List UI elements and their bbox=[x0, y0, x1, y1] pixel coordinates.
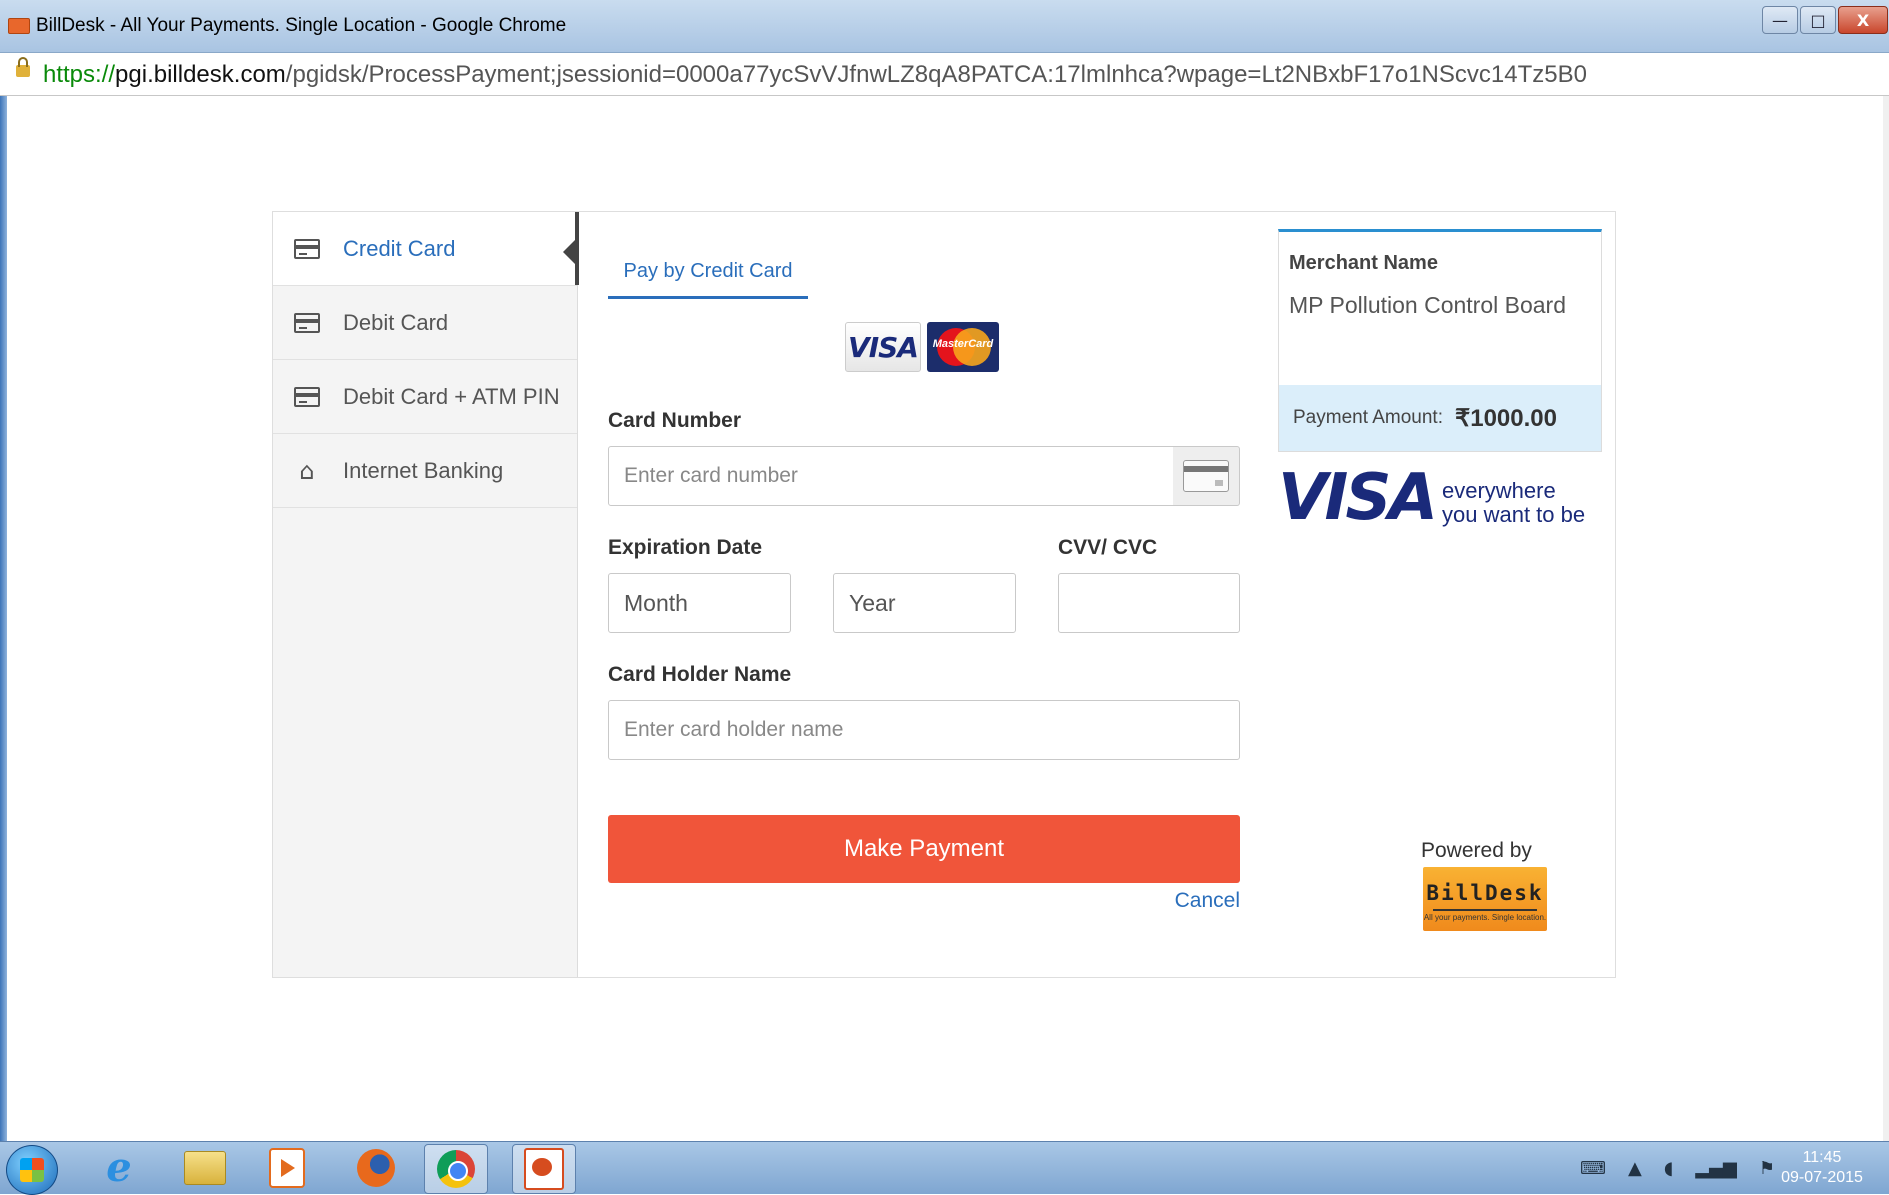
atm-card-icon bbox=[294, 386, 320, 407]
card-number-label: Card Number bbox=[608, 409, 742, 432]
expiration-date-label: Expiration Date bbox=[608, 536, 763, 559]
taskbar: e ⌨ ▲ ◖ ▂▄▆ ⚑ 11:45 09-07-2015 bbox=[0, 1141, 1889, 1195]
sidebar-item-label: Debit Card bbox=[343, 309, 449, 335]
card-type-addon bbox=[1173, 446, 1240, 506]
taskbar-firefox[interactable] bbox=[345, 1144, 407, 1192]
taskbar-presentation[interactable] bbox=[512, 1144, 576, 1194]
expiry-month-value: Month bbox=[624, 589, 688, 616]
cvv-input[interactable] bbox=[1058, 573, 1240, 633]
url-host: pgi.billdesk.com bbox=[115, 61, 286, 88]
merchant-info: Merchant Name MP Pollution Control Board… bbox=[1278, 229, 1602, 452]
sidebar-item-debit-card[interactable]: Debit Card bbox=[273, 286, 577, 360]
mastercard-wordmark: MasterCard bbox=[932, 338, 994, 350]
show-hidden-icons-icon[interactable]: ▲ bbox=[1628, 1158, 1642, 1179]
window-title: BillDesk - All Your Payments. Single Loc… bbox=[36, 15, 567, 36]
merchant-name: MP Pollution Control Board bbox=[1289, 292, 1566, 318]
media-player-icon bbox=[269, 1148, 305, 1188]
card-holder-name-label: Card Holder Name bbox=[608, 663, 792, 686]
desktop-edge bbox=[0, 96, 7, 1141]
payment-amount: Payment Amount: ₹1000.00 bbox=[1279, 385, 1601, 451]
card-icon bbox=[1183, 460, 1229, 492]
credit-card-icon bbox=[294, 238, 320, 259]
taskbar-file-explorer[interactable] bbox=[174, 1144, 236, 1192]
system-tray: ⌨ ▲ ◖ ▂▄▆ ⚑ bbox=[1580, 1158, 1775, 1179]
maximize-button[interactable]: □ bbox=[1800, 6, 1836, 34]
billdesk-logo-tagline: All your payments. Single location. bbox=[1423, 913, 1547, 922]
expiry-year-value: Year bbox=[849, 589, 896, 616]
lock-icon bbox=[16, 57, 30, 77]
start-button[interactable] bbox=[6, 1145, 58, 1195]
url-text[interactable]: https://pgi.billdesk.com/pgidsk/ProcessP… bbox=[43, 61, 1587, 89]
taskbar-chrome[interactable] bbox=[424, 1144, 488, 1194]
keyboard-icon[interactable]: ⌨ bbox=[1580, 1158, 1606, 1179]
payment-amount-value: ₹1000.00 bbox=[1454, 404, 1557, 432]
clock-time: 11:45 bbox=[1802, 1149, 1842, 1166]
chrome-icon bbox=[437, 1150, 475, 1188]
active-indicator-arrow bbox=[563, 240, 575, 264]
tab-pay-by-credit-card[interactable]: Pay by Credit Card bbox=[608, 246, 808, 299]
sidebar-item-internet-banking[interactable]: ⌂ Internet Banking bbox=[273, 434, 577, 508]
payment-method-sidebar: Credit Card Debit Card Debit Card + ATM … bbox=[273, 212, 579, 977]
firefox-icon bbox=[357, 1149, 395, 1187]
payment-panel: Credit Card Debit Card Debit Card + ATM … bbox=[272, 211, 1616, 978]
visa-tagline-line-2: you want to be bbox=[1442, 502, 1586, 527]
network-icon[interactable]: ▂▄▆ bbox=[1695, 1158, 1737, 1179]
address-bar[interactable]: https://pgi.billdesk.com/pgidsk/ProcessP… bbox=[0, 53, 1889, 96]
close-button[interactable]: X bbox=[1838, 6, 1888, 34]
billdesk-logo: BillDesk All your payments. Single locat… bbox=[1423, 867, 1547, 931]
sidebar-item-credit-card[interactable]: Credit Card bbox=[273, 212, 579, 286]
sidebar-item-label: Credit Card bbox=[343, 235, 456, 261]
expiry-year-select[interactable]: Year bbox=[833, 573, 1016, 633]
folder-icon bbox=[184, 1151, 226, 1185]
visa-logo: VISA bbox=[845, 322, 921, 372]
home-icon: ⌂ bbox=[299, 456, 315, 485]
merchant-name-label: Merchant Name bbox=[1289, 252, 1438, 274]
card-number-input[interactable] bbox=[608, 446, 1174, 506]
url-scheme: https:// bbox=[43, 61, 116, 88]
visa-promo-logo: VISA bbox=[1278, 461, 1438, 535]
card-holder-name-input[interactable] bbox=[608, 700, 1240, 760]
expiry-month-select[interactable]: Month bbox=[608, 573, 791, 633]
credit-card-form: Pay by Credit Card VISA MasterCard Card … bbox=[608, 212, 1248, 977]
make-payment-button[interactable]: Make Payment bbox=[608, 815, 1240, 883]
windows-logo-icon bbox=[20, 1158, 44, 1182]
powered-by-label: Powered by bbox=[1421, 839, 1532, 862]
cancel-link[interactable]: Cancel bbox=[1175, 889, 1240, 913]
cvv-label: CVV/ CVC bbox=[1058, 536, 1158, 559]
sidebar-item-label: Debit Card + ATM PIN bbox=[343, 383, 560, 409]
minimize-button[interactable]: — bbox=[1762, 6, 1798, 34]
url-path: /pgidsk/ProcessPayment;jsessionid=0000a7… bbox=[285, 61, 1587, 88]
visa-tagline: everywhere you want to be bbox=[1442, 479, 1602, 527]
window-title-bar: BillDesk - All Your Payments. Single Loc… bbox=[0, 0, 1889, 53]
visa-tagline-line-1: everywhere bbox=[1442, 478, 1556, 503]
billdesk-wordmark: BillDesk bbox=[1426, 881, 1544, 905]
visa-promo-banner: VISA everywhere you want to be bbox=[1278, 463, 1608, 537]
presentation-icon bbox=[524, 1148, 564, 1190]
mastercard-logo: MasterCard bbox=[927, 322, 999, 372]
accepted-cards: VISA MasterCard bbox=[845, 322, 999, 372]
sidebar-item-label: Internet Banking bbox=[343, 457, 504, 483]
sidebar-item-debit-card-atm-pin[interactable]: Debit Card + ATM PIN bbox=[273, 360, 577, 434]
taskbar-media-player[interactable] bbox=[256, 1144, 318, 1192]
internet-explorer-icon: e bbox=[106, 1144, 132, 1191]
payment-amount-label: Payment Amount: bbox=[1293, 407, 1443, 428]
volume-icon[interactable]: ◖ bbox=[1664, 1158, 1673, 1179]
scrollbar[interactable] bbox=[1883, 96, 1889, 1141]
active-indicator-bar bbox=[575, 212, 579, 285]
debit-card-icon bbox=[294, 312, 320, 333]
billdesk-tab-icon bbox=[8, 18, 30, 34]
clock-date: 09-07-2015 bbox=[1781, 1169, 1863, 1186]
taskbar-internet-explorer[interactable]: e bbox=[88, 1144, 150, 1192]
system-clock[interactable]: 11:45 09-07-2015 bbox=[1772, 1148, 1872, 1188]
